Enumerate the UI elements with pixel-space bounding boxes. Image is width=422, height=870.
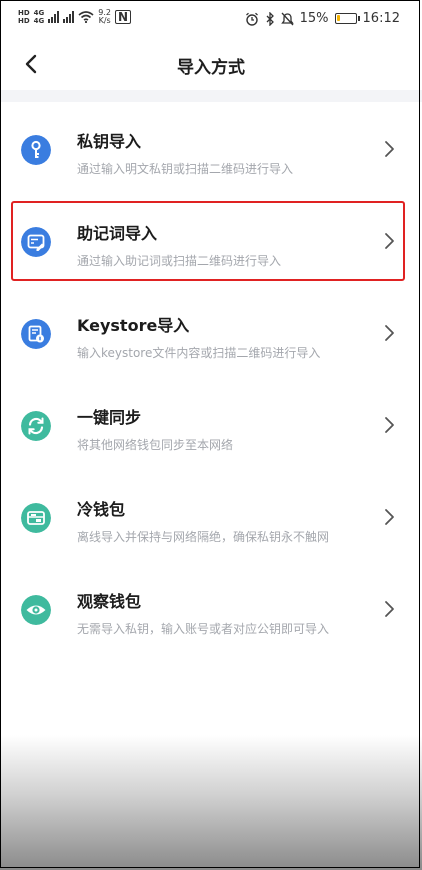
nfc-icon: N — [115, 10, 132, 24]
clock: 16:12 — [362, 11, 400, 26]
cold-wallet-icon — [21, 503, 51, 533]
page-title: 导入方式 — [177, 58, 245, 78]
eye-icon — [21, 595, 51, 625]
status-left: HD HD 4G 4G 9.2 K/s N — [18, 9, 132, 25]
keystore-icon-bg — [21, 319, 51, 349]
chevron-right-icon — [385, 509, 394, 525]
chevron-right-icon — [385, 417, 394, 433]
import-item-sync[interactable]: 一键同步 将其他网络钱包同步至本网络 — [0, 379, 422, 471]
status-right: 15% 16:12 — [245, 11, 400, 26]
chevron-right-icon — [385, 601, 394, 617]
item-description: 无需导入私钥，输入账号或者对应公钥即可导入 — [77, 622, 330, 636]
network-type: 4G 4G — [34, 9, 45, 25]
battery-icon — [334, 13, 360, 24]
item-title: 私钥导入 — [77, 132, 142, 151]
import-item-cold-wallet[interactable]: 冷钱包 离线导入并保持与网络隔绝，确保私钥永不触网 — [0, 471, 422, 563]
import-item-watch-wallet[interactable]: 观察钱包 无需导入私钥，输入账号或者对应公钥即可导入 — [0, 563, 422, 655]
signal2-icon — [63, 11, 75, 23]
network1-label: 4G — [33, 9, 45, 17]
sync-icon — [21, 411, 51, 441]
cold-wallet-icon-bg — [21, 503, 51, 533]
item-title: 冷钱包 — [77, 500, 126, 519]
bluetooth-icon — [266, 11, 274, 26]
item-title: 观察钱包 — [77, 592, 142, 611]
item-description: 离线导入并保持与网络隔绝，确保私钥永不触网 — [77, 530, 330, 544]
speed-unit: K/s — [98, 16, 111, 25]
status-bar: HD HD 4G 4G 9.2 K/s N 15% 16:12 — [0, 0, 422, 40]
import-item-private-key[interactable]: 私钥导入 通过输入明文私钥或扫描二维码进行导入 — [0, 103, 422, 195]
sim-indicators: HD HD — [18, 9, 30, 25]
network2-label: 4G — [33, 17, 45, 25]
chevron-right-icon — [385, 325, 394, 341]
import-method-list: 私钥导入 通过输入明文私钥或扫描二维码进行导入 助记词导入 通过输入助记词或扫描… — [0, 103, 422, 655]
import-item-keystore[interactable]: Keystore导入 输入keystore文件内容或扫描二维码进行导入 — [0, 287, 422, 379]
nav-header: 导入方式 — [0, 40, 422, 90]
sync-icon-bg — [21, 411, 51, 441]
alarm-icon — [245, 12, 258, 26]
signal-icon — [48, 11, 60, 23]
sim1-label: HD — [18, 9, 30, 17]
item-description: 输入keystore文件内容或扫描二维码进行导入 — [77, 346, 321, 360]
wifi-icon — [78, 11, 94, 23]
item-title: 一键同步 — [77, 408, 142, 427]
key-icon — [21, 135, 51, 165]
mute-icon — [280, 12, 294, 25]
battery-percent: 15% — [299, 11, 329, 26]
bottom-shade — [0, 735, 422, 870]
battery-fill — [336, 15, 340, 21]
item-description: 将其他网络钱包同步至本网络 — [77, 438, 234, 452]
sim2-label: HD — [18, 17, 30, 25]
header-divider — [0, 90, 422, 102]
selection-highlight — [11, 201, 405, 281]
item-description: 通过输入明文私钥或扫描二维码进行导入 — [77, 162, 294, 176]
chevron-right-icon — [385, 141, 394, 157]
item-title: Keystore导入 — [77, 316, 190, 335]
keystore-icon — [21, 319, 51, 349]
network-speed: 9.2 K/s — [98, 9, 111, 25]
